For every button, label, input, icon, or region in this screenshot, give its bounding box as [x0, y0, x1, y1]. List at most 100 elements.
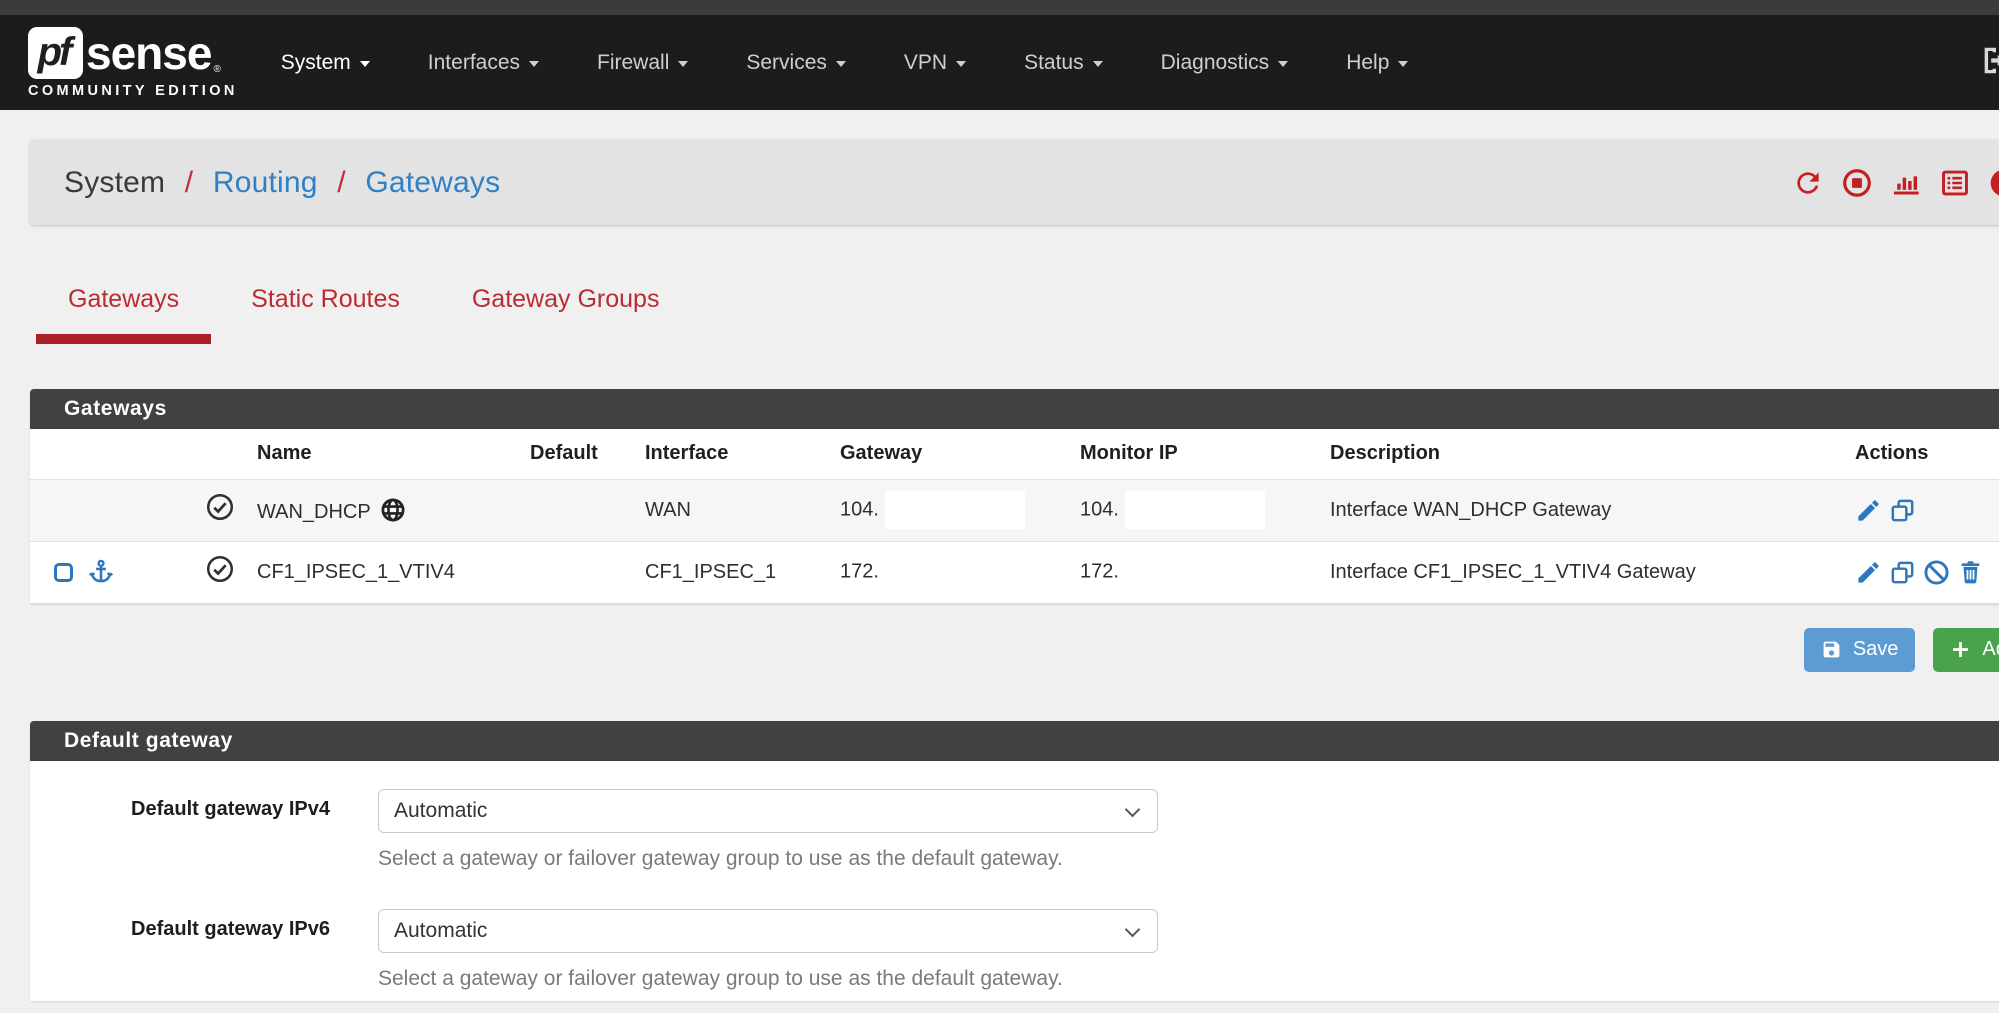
- chevron-down-icon: [956, 61, 966, 67]
- monitor-ip: 104.: [1080, 498, 1119, 520]
- form-field-ipv4: Default gateway IPv4 Automatic Select a …: [30, 761, 1999, 881]
- bar-chart-icon[interactable]: [1890, 167, 1922, 199]
- help-icon[interactable]: ?: [1988, 167, 1999, 199]
- col-interface: Interface: [615, 429, 810, 479]
- breadcrumb-gateways-link[interactable]: Gateways: [365, 166, 500, 199]
- table-row: WAN_DHCP WAN 104. 104. Interface WAN_DHC…: [30, 479, 1999, 541]
- save-icon: [1821, 639, 1842, 660]
- redacted-value: [885, 491, 1025, 529]
- nav-item-diagnostics[interactable]: Diagnostics: [1132, 51, 1318, 75]
- breadcrumb-bar: System / Routing / Gateways ?: [30, 140, 1999, 225]
- sign-out-icon[interactable]: [1979, 43, 1999, 82]
- chevron-down-icon: [1398, 61, 1408, 67]
- col-name: Name: [245, 429, 500, 479]
- nav-item-services[interactable]: Services: [717, 51, 875, 75]
- nav-item-help[interactable]: Help: [1317, 51, 1437, 75]
- default-gateway-ipv4-select[interactable]: Automatic: [378, 789, 1158, 833]
- field-label: Default gateway IPv4: [30, 789, 378, 833]
- tab-gateway-groups[interactable]: Gateway Groups: [440, 279, 692, 320]
- page-action-icons: ?: [1792, 167, 1999, 199]
- registered-mark: ®: [213, 64, 220, 75]
- globe-icon: [380, 497, 406, 523]
- community-edition-label: COMMUNITY EDITION: [28, 83, 238, 99]
- redacted-value: [1125, 553, 1265, 591]
- gateways-panel: Gateways Name Default Interface Gateway …: [30, 389, 1999, 604]
- pfsense-logo[interactable]: pf sense ® COMMUNITY EDITION: [28, 27, 238, 99]
- refresh-icon[interactable]: [1792, 167, 1824, 199]
- anchor-icon[interactable]: [87, 558, 115, 586]
- breadcrumb-separator: /: [185, 166, 194, 199]
- chevron-down-icon: [1278, 61, 1288, 67]
- table-header-row: Name Default Interface Gateway Monitor I…: [30, 429, 1999, 479]
- pf-logo-box: pf: [28, 27, 83, 79]
- tab-static-routes[interactable]: Static Routes: [219, 279, 432, 320]
- field-help-text: Select a gateway or failover gateway gro…: [378, 847, 1999, 871]
- gateway-description: Interface WAN_DHCP Gateway: [1300, 479, 1845, 541]
- form-field-ipv6: Default gateway IPv6 Automatic Select a …: [30, 881, 1999, 1001]
- trash-icon[interactable]: [1957, 559, 1984, 586]
- main-navbar: pf sense ® COMMUNITY EDITION System Inte…: [0, 15, 1999, 110]
- gateway-interface: CF1_IPSEC_1: [615, 541, 810, 603]
- window-top-strip: [0, 0, 1999, 15]
- chevron-down-icon: [1093, 61, 1103, 67]
- breadcrumb-separator: /: [337, 166, 346, 199]
- panel-title: Default gateway: [30, 721, 1999, 761]
- chevron-down-icon: [360, 61, 370, 67]
- default-gateway-panel: Default gateway Default gateway IPv4 Aut…: [30, 721, 1999, 1001]
- table-row: CF1_IPSEC_1_VTIV4 CF1_IPSEC_1 172. 172. …: [30, 541, 1999, 603]
- redacted-value: [1125, 491, 1265, 529]
- gateway-address: 104.: [840, 498, 879, 520]
- page-content: System / Routing / Gateways ? Gateways S…: [30, 140, 1999, 1001]
- default-gateway-ipv6-select[interactable]: Automatic: [378, 909, 1158, 953]
- breadcrumb: System / Routing / Gateways: [64, 166, 500, 200]
- routing-tabs: Gateways Static Routes Gateway Groups: [30, 279, 1999, 320]
- gateway-address: 172.: [840, 560, 879, 582]
- check-circle-icon: [205, 554, 235, 584]
- table-buttons: Save Add: [30, 628, 1999, 672]
- col-actions: Actions: [1845, 429, 1999, 479]
- logo-sense-text: sense: [86, 30, 211, 76]
- col-gateway: Gateway: [810, 429, 1050, 479]
- stop-circle-icon[interactable]: [1841, 167, 1873, 199]
- col-monitor-ip: Monitor IP: [1050, 429, 1300, 479]
- nav-item-status[interactable]: Status: [995, 51, 1132, 75]
- monitor-ip: 172.: [1080, 560, 1119, 582]
- ban-icon[interactable]: [1923, 559, 1950, 586]
- gateway-name: WAN_DHCP: [257, 501, 371, 523]
- nav-item-interfaces[interactable]: Interfaces: [399, 51, 568, 75]
- add-button[interactable]: Add: [1933, 628, 1999, 672]
- field-label: Default gateway IPv6: [30, 909, 378, 953]
- edit-icon[interactable]: [1855, 497, 1882, 524]
- breadcrumb-system: System: [64, 166, 165, 199]
- field-help-text: Select a gateway or failover gateway gro…: [378, 967, 1999, 991]
- chevron-down-icon: [1125, 801, 1141, 817]
- gateways-table: Name Default Interface Gateway Monitor I…: [30, 429, 1999, 604]
- save-button[interactable]: Save: [1804, 628, 1916, 672]
- nav-item-firewall[interactable]: Firewall: [568, 51, 717, 75]
- gateway-interface: WAN: [615, 479, 810, 541]
- gateway-default: [500, 479, 615, 541]
- plus-icon: [1950, 639, 1971, 660]
- nav-item-vpn[interactable]: VPN: [875, 51, 995, 75]
- chevron-down-icon: [836, 61, 846, 67]
- panel-title: Gateways: [30, 389, 1999, 429]
- gateway-default: [500, 541, 615, 603]
- row-checkbox[interactable]: [54, 563, 73, 582]
- gateway-name: CF1_IPSEC_1_VTIV4: [257, 561, 455, 583]
- copy-icon[interactable]: [1889, 497, 1916, 524]
- nav-menu: System Interfaces Firewall Services VPN …: [252, 51, 1438, 75]
- check-circle-icon: [205, 492, 235, 522]
- edit-icon[interactable]: [1855, 559, 1882, 586]
- gateway-description: Interface CF1_IPSEC_1_VTIV4 Gateway: [1300, 541, 1845, 603]
- list-icon[interactable]: [1939, 167, 1971, 199]
- copy-icon[interactable]: [1889, 559, 1916, 586]
- nav-item-system[interactable]: System: [252, 51, 399, 75]
- chevron-down-icon: [678, 61, 688, 67]
- chevron-down-icon: [529, 61, 539, 67]
- redacted-value: [885, 553, 1025, 591]
- col-default: Default: [500, 429, 615, 479]
- breadcrumb-routing-link[interactable]: Routing: [213, 166, 318, 199]
- chevron-down-icon: [1125, 921, 1141, 937]
- col-description: Description: [1300, 429, 1845, 479]
- tab-gateways[interactable]: Gateways: [36, 279, 211, 320]
